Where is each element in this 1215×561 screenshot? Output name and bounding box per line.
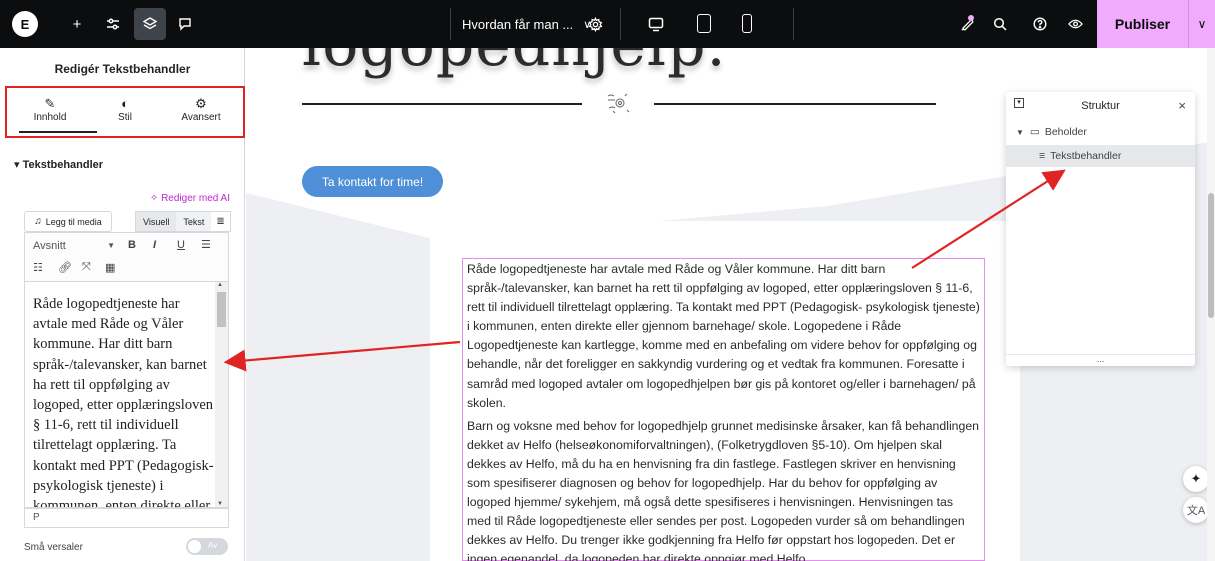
structure-title: Struktur: [1081, 100, 1120, 112]
document-title-dropdown[interactable]: Hvordan får man ... ∨: [462, 0, 591, 48]
small-caps-label: Små versaler: [24, 542, 83, 553]
mobile-view-icon[interactable]: [742, 14, 752, 33]
tab-text[interactable]: Tekst: [176, 212, 212, 231]
contrast-icon: ◐: [121, 96, 129, 111]
bullet-list-icon[interactable]: ☰: [201, 238, 211, 251]
tab-advanced[interactable]: ⚙ Avansert: [166, 96, 236, 123]
italic-icon[interactable]: I: [153, 239, 156, 251]
ai-sparkle-icon: ✧: [149, 193, 162, 204]
fullscreen-icon[interactable]: ⤧: [82, 261, 91, 274]
keyboard-icon[interactable]: ▦: [105, 261, 115, 274]
search-icon[interactable]: [985, 0, 1015, 48]
close-icon[interactable]: ×: [1178, 98, 1186, 113]
top-bar: E + Hvordan får man ... ∨ Publiser ∨: [0, 0, 1215, 48]
ai-assistant-icon[interactable]: ✦: [1183, 466, 1209, 492]
desktop-view-icon[interactable]: [641, 0, 671, 48]
toggle-knob: [188, 540, 201, 553]
paragraph: Råde logopedtjeneste har avtale med Råde…: [467, 262, 980, 410]
format-select-value: Avsnitt: [33, 240, 66, 252]
caret-down-icon: ▼: [107, 241, 115, 250]
text-editor-icon: ≡: [1039, 150, 1046, 162]
tab-visual[interactable]: Visuell: [136, 212, 177, 231]
bold-icon[interactable]: B: [128, 239, 136, 251]
toolbar-toggle-icon[interactable]: ≣: [211, 212, 230, 231]
structure-item-text-editor[interactable]: ≡ Tekstbehandler: [1006, 145, 1195, 167]
page-heading[interactable]: logopedhjelp.: [302, 48, 727, 80]
help-icon[interactable]: [1025, 0, 1055, 48]
toolbar-separator: [450, 8, 451, 40]
editor-status-path: P: [24, 508, 229, 528]
layers-icon[interactable]: [135, 0, 165, 48]
underline-icon[interactable]: U: [177, 239, 185, 251]
structure-item-label: Beholder: [1044, 126, 1087, 138]
divider-line: [302, 103, 582, 105]
preview-eye-icon[interactable]: [1060, 0, 1090, 48]
tab-content[interactable]: ✎ Innhold: [15, 96, 85, 123]
small-caps-toggle[interactable]: Av: [186, 538, 228, 555]
panel-title: Redigér Tekstbehandler: [54, 62, 191, 76]
comments-icon[interactable]: [170, 0, 200, 48]
resize-handle[interactable]: ...: [1006, 354, 1195, 366]
add-media-button[interactable]: ♫ Legg til media: [24, 211, 112, 232]
link-icon[interactable]: 🔗︎: [58, 261, 72, 274]
media-icon: ♫: [34, 216, 42, 227]
structure-item-label: Tekstbehandler: [1050, 150, 1122, 162]
tablet-view-icon[interactable]: [697, 14, 711, 33]
site-settings-icon[interactable]: [98, 0, 128, 48]
rich-text-editor[interactable]: Råde logopedtjeneste har avtale med Råde…: [24, 282, 229, 508]
publish-options-chevron-icon[interactable]: ∨: [1188, 0, 1215, 48]
container-icon: ▭: [1029, 126, 1040, 138]
edit-with-ai-link[interactable]: ✧ Rediger med AI: [150, 193, 230, 204]
scrollbar-thumb[interactable]: [1208, 193, 1214, 318]
toggle-state: Av: [208, 541, 218, 550]
add-element-icon[interactable]: +: [62, 0, 92, 48]
panel-tabs-highlight: ✎ Innhold ◐ Stil ⚙ Avansert: [5, 86, 245, 138]
active-tab-indicator: [19, 131, 97, 133]
editor-panel: Redigér Tekstbehandler ✎ Innhold ◐ Stil …: [0, 48, 245, 561]
tab-advanced-label: Avansert: [181, 112, 221, 123]
editor-mode-tabs: Visuell Tekst ≣: [135, 211, 231, 232]
toolbar-separator: [620, 8, 621, 40]
tab-style[interactable]: ◐ Stil: [90, 96, 160, 123]
speech-ornament-icon: [602, 90, 634, 118]
format-select[interactable]: Avsnitt ▼: [33, 240, 115, 252]
ai-link-label: Rediger med AI: [161, 193, 230, 204]
document-title: Hvordan får man ...: [462, 16, 574, 32]
pencil-icon: ✎: [44, 96, 56, 111]
scroll-down-icon[interactable]: ▼: [217, 501, 223, 507]
translate-icon[interactable]: 文A: [1183, 497, 1209, 523]
editor-toolbar: Avsnitt ▼ B I U ☰ ☷ 🔗︎ ⤧ ▦: [24, 232, 229, 282]
editor-content[interactable]: Råde logopedtjeneste har avtale med Råde…: [33, 294, 217, 507]
publish-button[interactable]: Publiser: [1097, 0, 1188, 48]
caret-down-icon: ▼: [1016, 127, 1024, 137]
tab-style-label: Stil: [118, 112, 132, 123]
text-editor-widget[interactable]: Råde logopedtjeneste har avtale med Råde…: [462, 258, 985, 561]
structure-panel: ▾ Struktur × ▼ ▭ Beholder ≡ Tekstbehandl…: [1006, 92, 1195, 366]
notification-badge: [968, 15, 974, 21]
numbered-list-icon[interactable]: ☷: [33, 261, 43, 274]
structure-item-container[interactable]: ▼ ▭ Beholder: [1006, 121, 1195, 143]
scroll-up-icon[interactable]: ▲: [217, 282, 223, 288]
divider-line: [654, 103, 936, 105]
page-settings-gear-icon[interactable]: [580, 0, 610, 48]
toolbar-separator: [793, 8, 794, 40]
notifications-icon[interactable]: [952, 0, 982, 48]
elementor-logo-icon[interactable]: E: [12, 11, 38, 37]
structure-header: ▾ Struktur ×: [1006, 92, 1195, 120]
paragraph: Barn og voksne med behov for logopedhjel…: [467, 418, 980, 561]
caret-down-icon: ▾: [14, 159, 23, 171]
editor-scrollbar[interactable]: ▲ ▼: [215, 282, 228, 507]
tab-content-label: Innhold: [33, 112, 67, 123]
section-toggle[interactable]: ▾ Tekstbehandler: [14, 158, 103, 171]
contact-button[interactable]: Ta kontakt for time!: [302, 166, 443, 197]
canvas-scrollbar[interactable]: [1207, 48, 1215, 561]
section-heading: Tekstbehandler: [22, 159, 104, 171]
add-media-label: Legg til media: [45, 216, 102, 227]
gear-icon: ⚙: [195, 96, 207, 111]
scrollbar-thumb[interactable]: [217, 292, 226, 327]
